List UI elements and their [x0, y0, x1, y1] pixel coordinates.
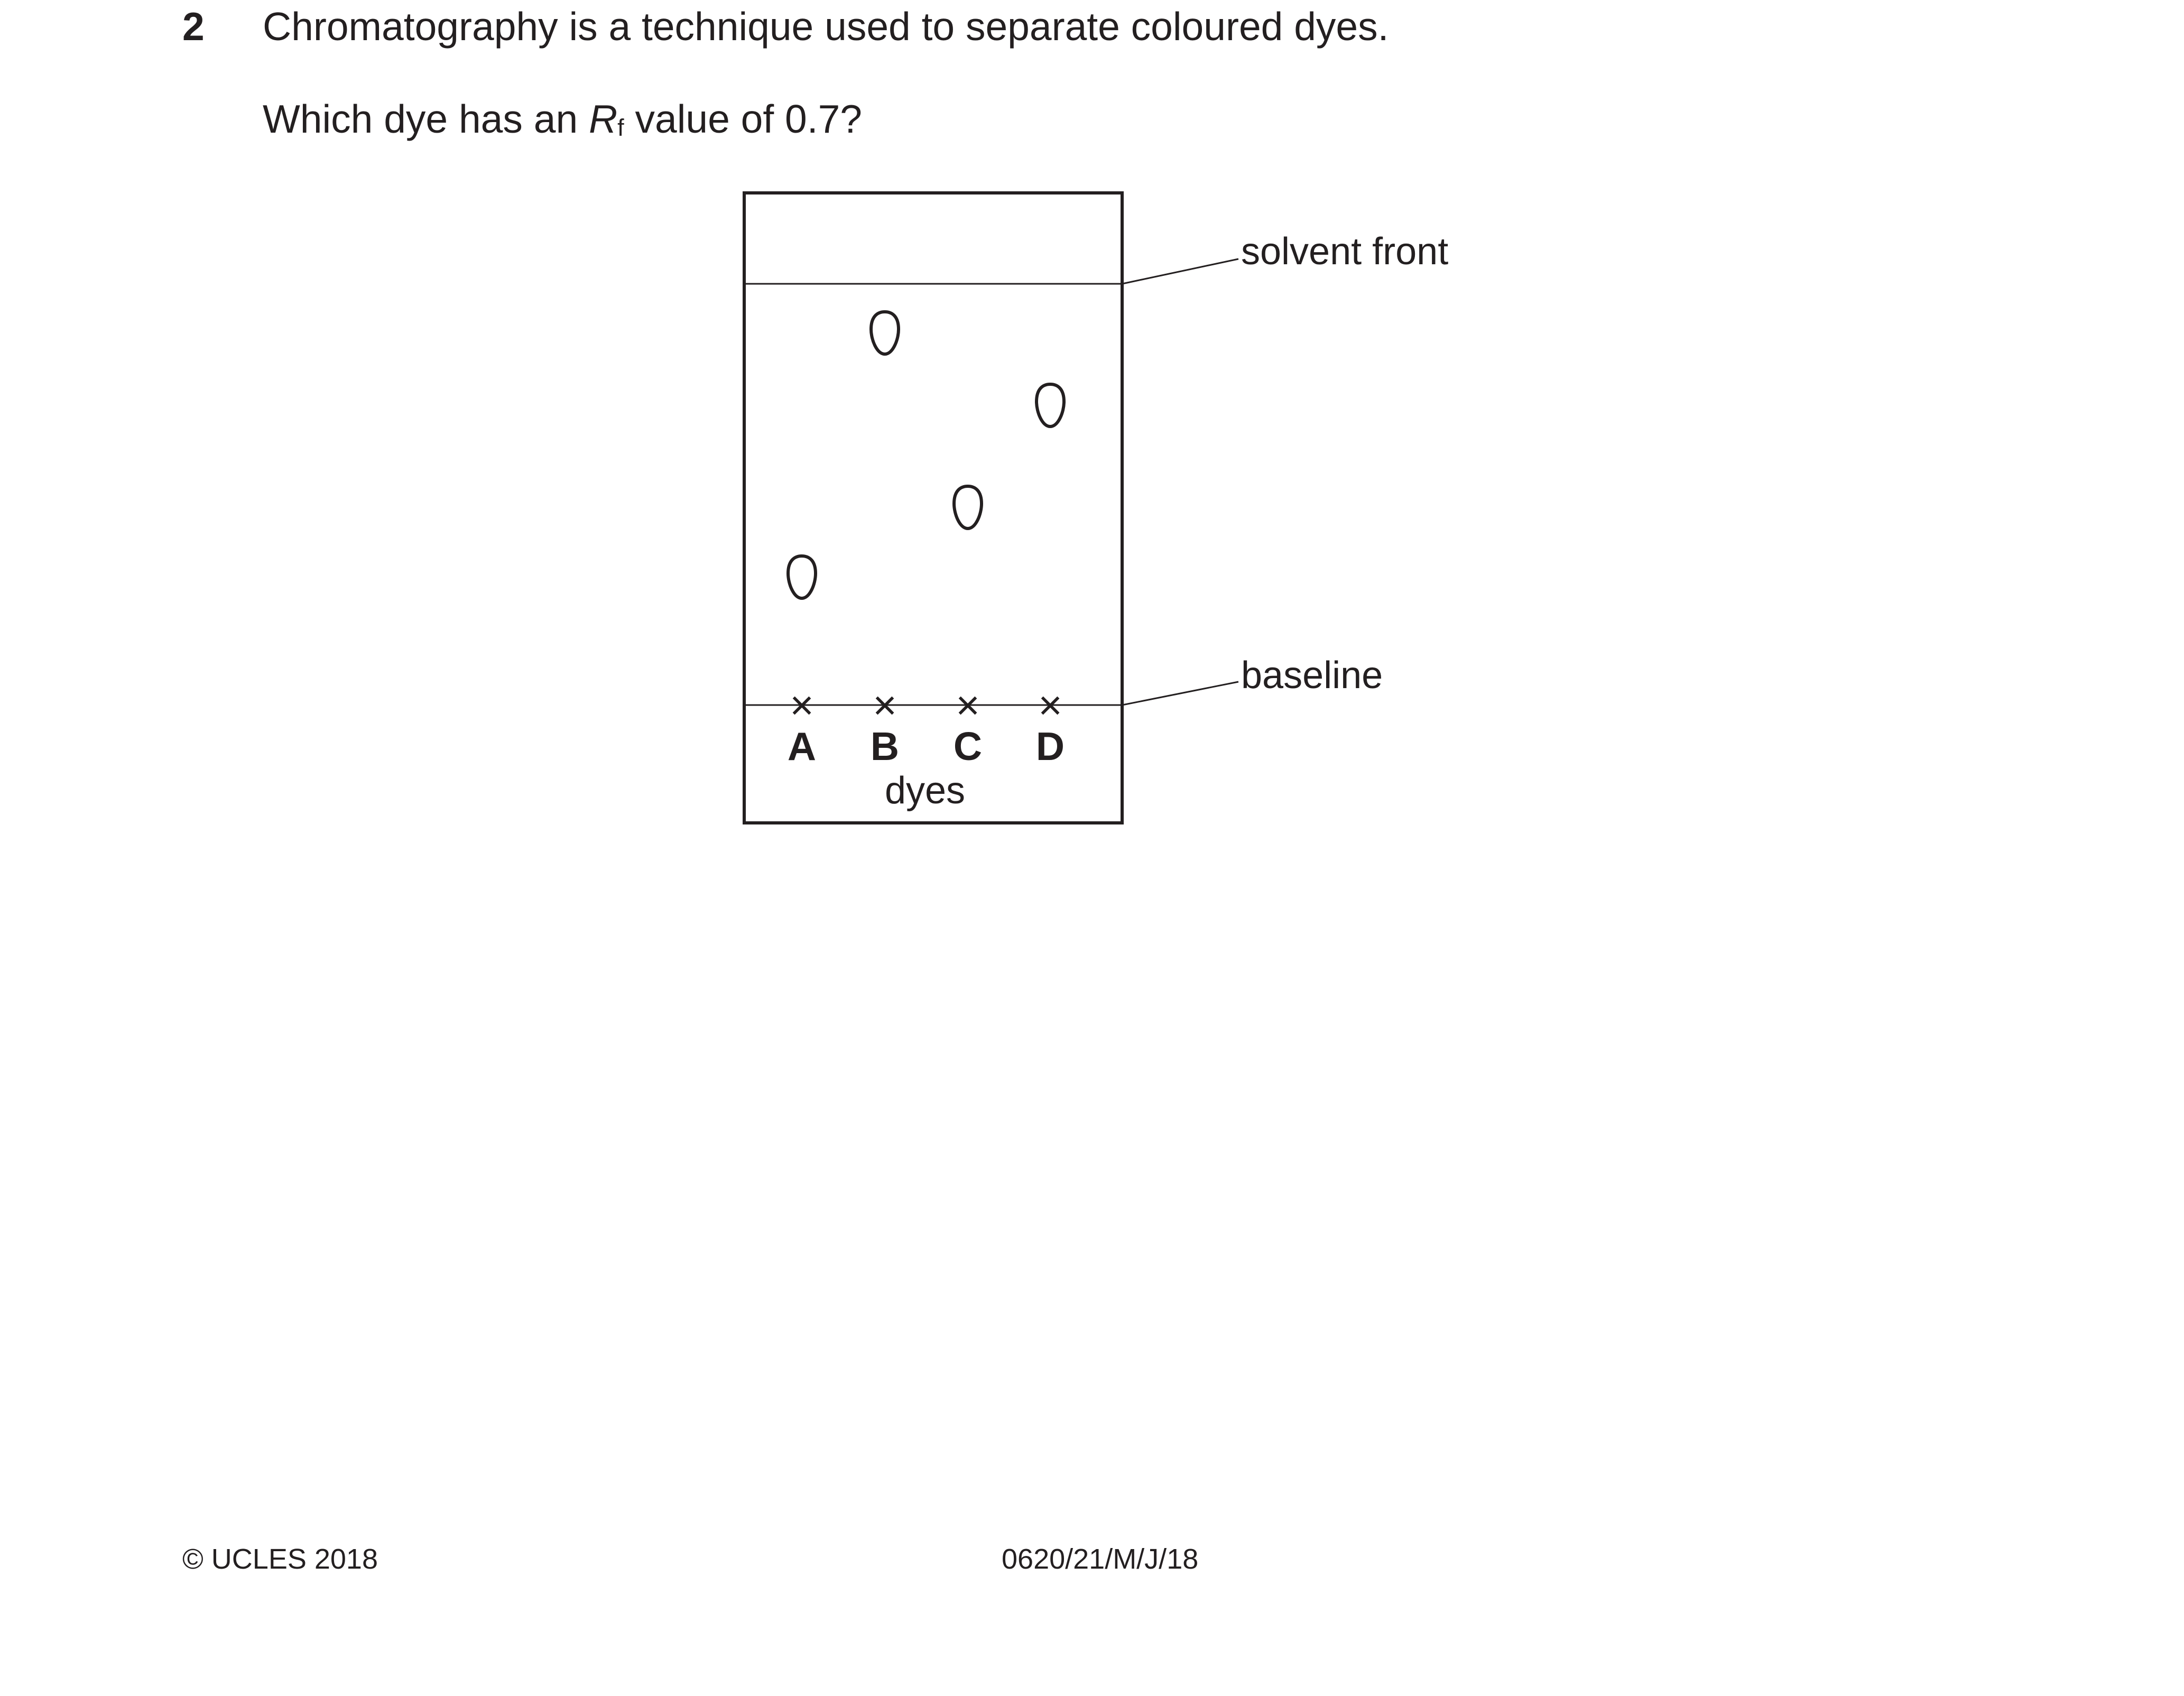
dye-a: × A: [786, 554, 818, 768]
dye-b: × B: [869, 310, 901, 768]
dye-c: × C: [952, 484, 984, 768]
chromatogram-diagram: solvent front baseline × A × B × C × D d…: [743, 191, 1448, 824]
dye-spot-d: [1034, 382, 1066, 429]
baseline-cross-b: ×: [873, 682, 897, 728]
baseline-label: baseline: [1241, 654, 1383, 697]
baseline-cross-c: ×: [956, 682, 980, 728]
baseline-cross-d: ×: [1038, 682, 1062, 728]
baseline-leader: [1122, 681, 1239, 706]
dye-spot-b: [869, 310, 901, 356]
paper-code-footer: 0620/21/M/J/18: [1002, 1543, 1199, 1575]
dye-letter-a: A: [788, 724, 816, 768]
dyes-label: dyes: [885, 770, 965, 812]
dye-spot-c: [952, 484, 984, 531]
dye-letter-d: D: [1036, 724, 1065, 768]
baseline-cross-a: ×: [790, 682, 814, 728]
dye-letter-c: C: [954, 724, 982, 768]
dye-spot-a: [786, 554, 818, 600]
solvent-front-leader: [1122, 258, 1239, 285]
copyright-footer: © UCLES 2018: [182, 1543, 378, 1575]
solvent-front-label: solvent front: [1241, 230, 1448, 273]
dye-d: × D: [1034, 382, 1066, 768]
dye-letter-b: B: [871, 724, 899, 768]
